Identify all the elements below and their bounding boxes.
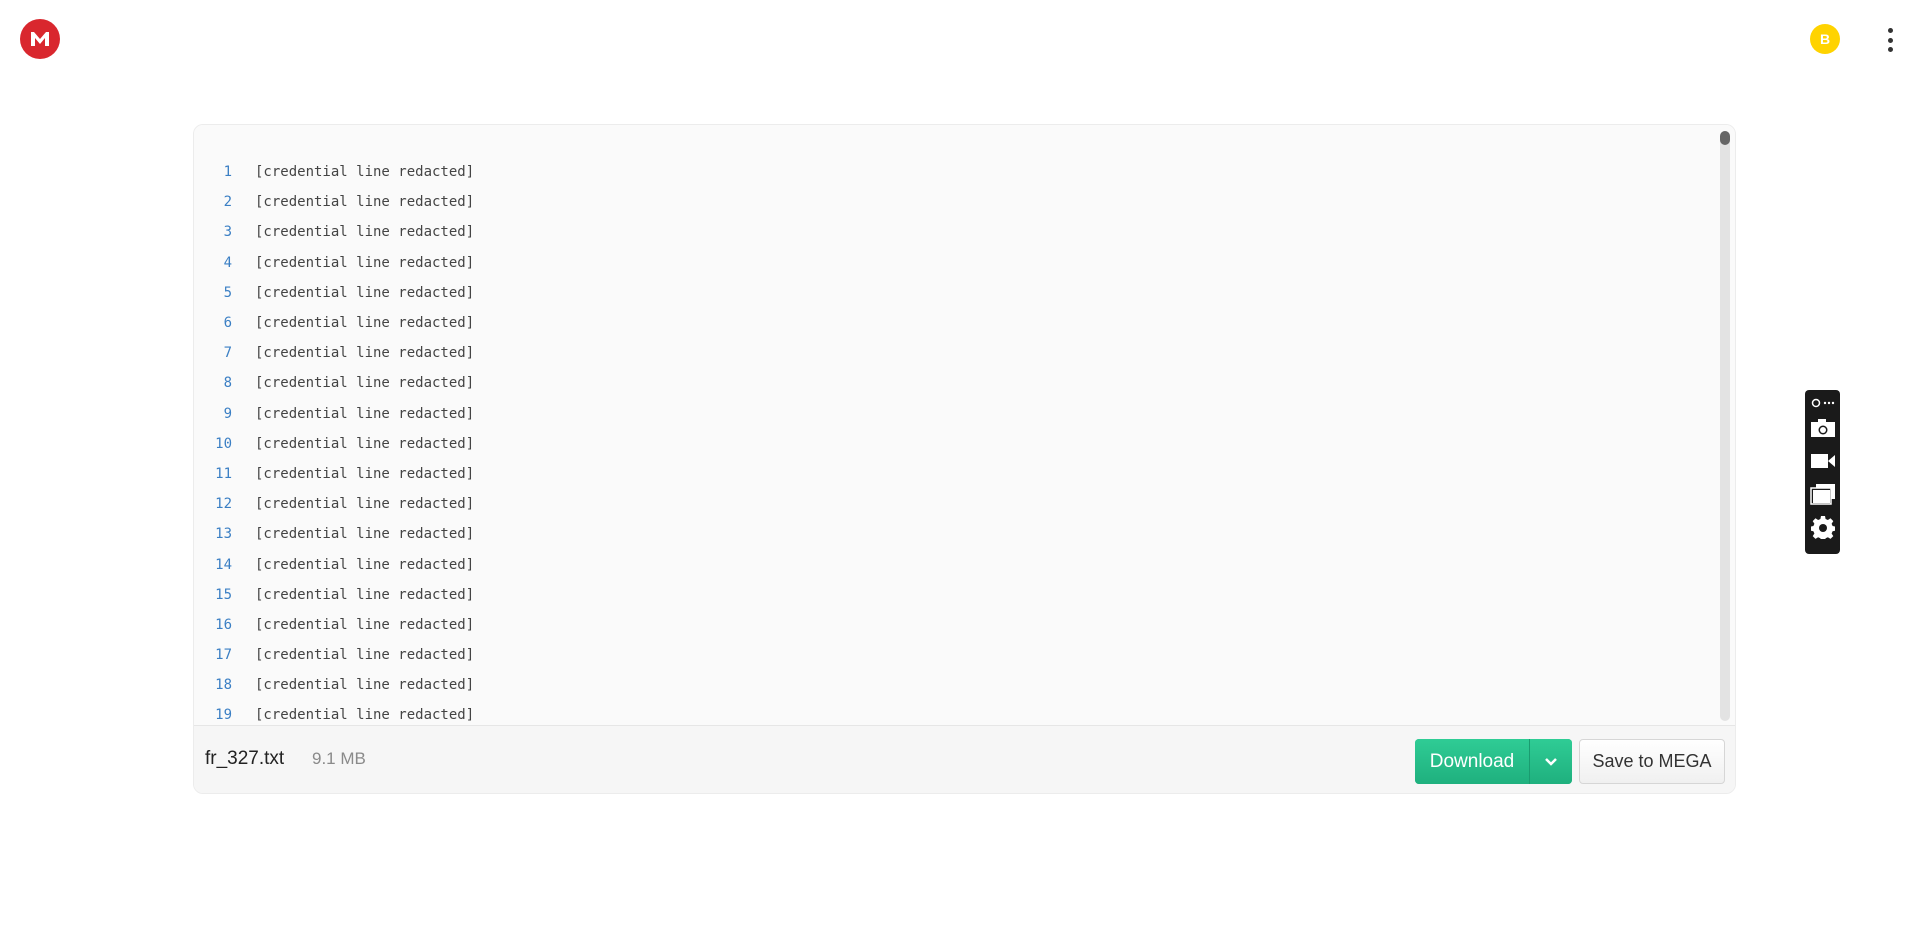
line-text: [credential line redacted] bbox=[255, 496, 475, 513]
file-line: 16 [credential line redacted] bbox=[194, 610, 1694, 640]
line-number: 19 bbox=[215, 707, 232, 722]
line-number: 9 bbox=[223, 405, 232, 422]
file-line: 9 [credential line redacted] bbox=[194, 399, 1694, 429]
line-text: [credential line redacted] bbox=[255, 375, 475, 392]
screenshot-button[interactable] bbox=[1805, 411, 1840, 444]
file-line: 14 [credential line redacted] bbox=[194, 549, 1694, 579]
file-preview: 1 [credential line redacted] 2 [credential … bbox=[194, 125, 1735, 725]
line-text: [credential line redacted] bbox=[255, 224, 475, 241]
toolbar-menu-icon bbox=[1811, 398, 1834, 408]
line-number: 17 bbox=[215, 647, 232, 664]
line-number: 13 bbox=[215, 526, 232, 543]
scrollbar[interactable] bbox=[1720, 131, 1730, 721]
file-line: 12 [credential line redacted] bbox=[194, 489, 1694, 519]
line-number: 5 bbox=[223, 284, 232, 301]
file-line: 2 [credential line redacted] bbox=[194, 187, 1694, 217]
line-number: 8 bbox=[223, 375, 232, 392]
file-lines: 1 [credential line redacted] 2 [credential … bbox=[194, 157, 1694, 722]
file-line: 15 [credential line redacted] bbox=[194, 580, 1694, 610]
text-file-viewer: 1 [credential line redacted] 2 [credential … bbox=[193, 124, 1736, 794]
line-text: [credential line redacted] bbox=[255, 345, 475, 362]
download-options-button[interactable] bbox=[1529, 739, 1572, 784]
file-name: fr_327.txt bbox=[205, 748, 285, 769]
line-text: [credential line redacted] bbox=[255, 315, 475, 332]
line-number: 1 bbox=[223, 164, 232, 181]
line-number: 3 bbox=[223, 224, 232, 241]
line-number: 12 bbox=[215, 496, 232, 513]
line-text: [credential line redacted] bbox=[255, 586, 475, 603]
line-number: 4 bbox=[223, 254, 232, 271]
line-text: [credential line redacted] bbox=[255, 164, 475, 181]
mega-m-icon bbox=[31, 32, 49, 46]
line-text: [credential line redacted] bbox=[255, 647, 475, 664]
chevron-down-icon bbox=[1545, 757, 1557, 766]
file-line: 11 [credential line redacted] bbox=[194, 459, 1694, 489]
line-number: 16 bbox=[215, 616, 232, 633]
file-line: 8 [credential line redacted] bbox=[194, 368, 1694, 398]
line-number: 14 bbox=[215, 556, 232, 573]
video-camera-icon bbox=[1810, 453, 1835, 468]
file-line: 3 [credential line redacted] bbox=[194, 217, 1694, 247]
line-text: [credential line redacted] bbox=[255, 254, 475, 271]
capture-toolbar-header[interactable] bbox=[1811, 395, 1835, 411]
line-text: [credential line redacted] bbox=[255, 677, 475, 694]
window-capture-icon bbox=[1809, 483, 1835, 505]
file-line: 1 [credential line redacted] bbox=[194, 157, 1694, 187]
scrollbar-thumb[interactable] bbox=[1720, 131, 1730, 145]
line-text: [credential line redacted] bbox=[255, 616, 475, 633]
file-footer: fr_327.txt 9.1 MB Download Save to MEGA bbox=[194, 725, 1735, 793]
save-to-mega-button[interactable]: Save to MEGA bbox=[1579, 739, 1725, 784]
line-text: [credential line redacted] bbox=[255, 284, 475, 301]
file-line: 4 [credential line redacted] bbox=[194, 248, 1694, 278]
mega-logo[interactable] bbox=[20, 19, 60, 59]
user-avatar[interactable]: B bbox=[1810, 24, 1840, 54]
file-line: 19 [credential line redacted] bbox=[194, 700, 1694, 722]
line-number: 15 bbox=[215, 586, 232, 603]
capture-settings-button[interactable] bbox=[1805, 510, 1840, 543]
download-button[interactable]: Download bbox=[1415, 739, 1529, 784]
file-line: 18 [credential line redacted] bbox=[194, 670, 1694, 700]
line-text: [credential line redacted] bbox=[255, 707, 475, 722]
line-number: 7 bbox=[223, 345, 232, 362]
camera-icon bbox=[1810, 418, 1835, 437]
line-text: [credential line redacted] bbox=[255, 435, 475, 452]
file-line: 5 [credential line redacted] bbox=[194, 278, 1694, 308]
line-number: 2 bbox=[223, 194, 232, 211]
line-number: 11 bbox=[215, 465, 232, 482]
line-number: 6 bbox=[223, 315, 232, 332]
line-text: [credential line redacted] bbox=[255, 465, 475, 482]
file-line: 6 [credential line redacted] bbox=[194, 308, 1694, 338]
download-button-group: Download bbox=[1415, 739, 1572, 784]
gear-icon bbox=[1810, 515, 1835, 539]
more-menu-icon[interactable] bbox=[1880, 26, 1900, 54]
file-line: 17 [credential line redacted] bbox=[194, 640, 1694, 670]
line-text: [credential line redacted] bbox=[255, 556, 475, 573]
line-number: 18 bbox=[215, 677, 232, 694]
line-text: [credential line redacted] bbox=[255, 405, 475, 422]
video-record-button[interactable] bbox=[1805, 444, 1840, 477]
file-line: 10 [credential line redacted] bbox=[194, 429, 1694, 459]
line-text: [credential line redacted] bbox=[255, 526, 475, 543]
top-bar: B bbox=[0, 0, 1920, 80]
file-size: 9.1 MB bbox=[312, 749, 366, 768]
file-line: 7 [credential line redacted] bbox=[194, 338, 1694, 368]
line-number: 10 bbox=[215, 435, 232, 452]
capture-toolbar bbox=[1805, 390, 1840, 554]
window-capture-button[interactable] bbox=[1805, 477, 1840, 510]
line-text: [credential line redacted] bbox=[255, 194, 475, 211]
file-line: 13 [credential line redacted] bbox=[194, 519, 1694, 549]
